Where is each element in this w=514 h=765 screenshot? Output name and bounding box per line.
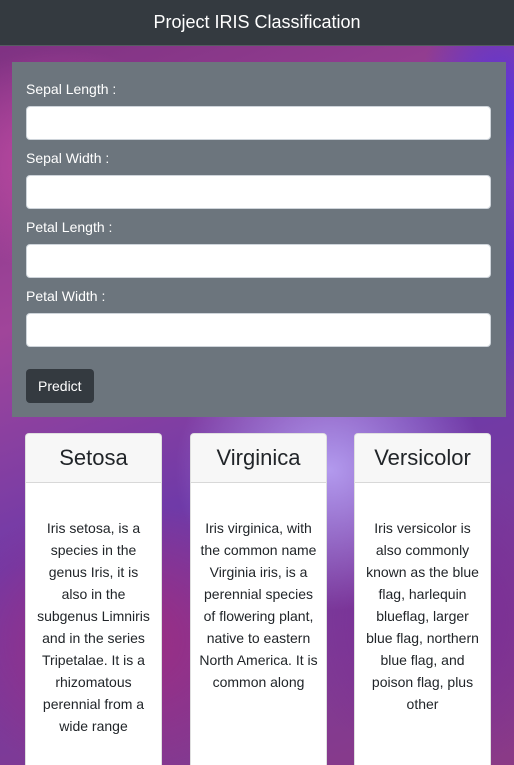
card-title: Versicolor xyxy=(355,434,490,483)
iris-form: Sepal Length : Sepal Width : Petal Lengt… xyxy=(12,62,506,417)
petal-length-input[interactable] xyxy=(26,244,491,278)
virginica-card: Virginica Iris virginica, with the commo… xyxy=(190,433,327,765)
card-description: Iris versicolor is also commonly known a… xyxy=(366,520,479,712)
card-description: Iris virginica, with the common name Vir… xyxy=(199,520,318,690)
card-description: Iris setosa, is a species in the genus I… xyxy=(37,520,150,734)
card-title: Setosa xyxy=(26,434,161,483)
sepal-length-input[interactable] xyxy=(26,106,491,140)
versicolor-card: Versicolor Iris versicolor is also commo… xyxy=(354,433,491,765)
petal-length-label: Petal Length : xyxy=(26,219,113,235)
petal-width-input[interactable] xyxy=(26,313,491,347)
app-title: Project IRIS Classification xyxy=(153,12,361,32)
setosa-card: Setosa Iris setosa, is a species in the … xyxy=(25,433,162,765)
sepal-width-input[interactable] xyxy=(26,175,491,209)
sepal-length-label: Sepal Length : xyxy=(26,81,117,97)
sepal-width-label: Sepal Width : xyxy=(26,150,110,166)
navbar: Project IRIS Classification xyxy=(0,0,514,46)
predict-button[interactable]: Predict xyxy=(26,369,94,403)
card-title: Virginica xyxy=(191,434,326,483)
petal-width-label: Petal Width : xyxy=(26,288,106,304)
